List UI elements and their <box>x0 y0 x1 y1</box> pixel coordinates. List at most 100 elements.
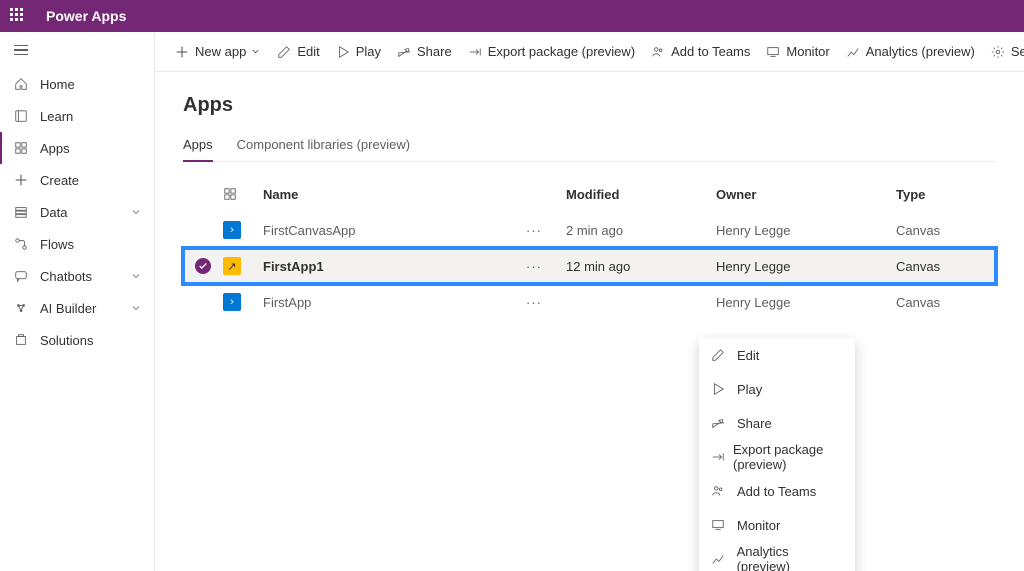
cell-modified: 2 min ago <box>566 223 716 238</box>
app-type-icon: › <box>223 221 241 239</box>
sidebar-item-flows[interactable]: Flows <box>0 228 154 260</box>
chevron-down-icon <box>130 206 142 218</box>
learn-icon <box>12 109 30 123</box>
chevron-down-icon <box>130 270 142 282</box>
hamburger-icon <box>14 45 28 56</box>
plus-icon <box>12 173 30 187</box>
cmd-label: Settings <box>1011 44 1024 59</box>
ctx-label: Share <box>737 416 772 431</box>
sidebar: Home Learn Apps Create Data Flows <box>0 32 155 571</box>
monitor-icon <box>766 45 780 59</box>
chevron-down-icon <box>130 302 142 314</box>
teams-icon <box>651 45 665 59</box>
cmd-monitor[interactable]: Monitor <box>758 32 837 72</box>
sidebar-item-apps[interactable]: Apps <box>0 132 154 164</box>
solutions-icon <box>12 333 30 347</box>
ctx-label: Analytics (preview) <box>737 544 843 571</box>
tab-apps[interactable]: Apps <box>183 137 213 162</box>
settings-icon <box>991 45 1005 59</box>
cmd-new[interactable]: New app <box>167 32 269 72</box>
sidebar-item-label: Data <box>40 205 130 220</box>
home-icon <box>12 77 30 91</box>
cmd-add[interactable]: Add to Teams <box>643 32 758 72</box>
table-header-row: Name Modified Owner Type <box>183 176 996 212</box>
cmd-label: Add to Teams <box>671 44 750 59</box>
product-name: Power Apps <box>46 8 126 24</box>
analytics-icon <box>711 552 729 566</box>
command-bar: New app Edit Play Share Export package (… <box>155 32 1024 72</box>
chevron-down-icon <box>250 46 261 57</box>
cmd-share[interactable]: Share <box>389 32 460 72</box>
waffle-launcher-icon[interactable] <box>10 8 26 24</box>
ctx-analytics[interactable]: Analytics (preview) <box>699 542 855 571</box>
cmd-analytics[interactable]: Analytics (preview) <box>838 32 983 72</box>
sidebar-item-home[interactable]: Home <box>0 68 154 100</box>
row-more-actions-button[interactable]: ··· <box>526 223 566 238</box>
sidebar-item-label: Chatbots <box>40 269 130 284</box>
app-type-icon: › <box>223 293 241 311</box>
col-owner[interactable]: Owner <box>716 187 896 202</box>
page-title: Apps <box>183 94 996 117</box>
cmd-label: Monitor <box>786 44 829 59</box>
cell-owner: Henry Legge <box>716 295 896 310</box>
cmd-play[interactable]: Play <box>328 32 389 72</box>
table-row[interactable]: ↗ FirstApp1 ··· 12 min ago Henry Legge C… <box>183 248 996 284</box>
cmd-export[interactable]: Export package (preview) <box>460 32 643 72</box>
ctx-add[interactable]: Add to Teams <box>699 474 855 508</box>
sidebar-item-create[interactable]: Create <box>0 164 154 196</box>
row-more-actions-button[interactable]: ··· <box>526 259 566 274</box>
play-icon <box>336 45 350 59</box>
cell-type: Canvas <box>896 259 996 274</box>
table-row[interactable]: › FirstCanvasApp ··· 2 min ago Henry Leg… <box>183 212 996 248</box>
sidebar-item-solutions[interactable]: Solutions <box>0 324 154 356</box>
plus-icon <box>175 45 189 59</box>
ctx-export[interactable]: Export package (preview) <box>699 440 855 474</box>
row-more-actions-button[interactable]: ··· <box>526 295 566 310</box>
edit-icon <box>711 348 729 362</box>
ctx-label: Play <box>737 382 762 397</box>
cell-name: FirstApp <box>263 295 526 310</box>
cmd-label: Analytics (preview) <box>866 44 975 59</box>
cell-owner: Henry Legge <box>716 259 896 274</box>
data-icon <box>12 205 30 219</box>
cell-modified: 12 min ago <box>566 259 716 274</box>
col-modified[interactable]: Modified <box>566 187 716 202</box>
sidebar-item-label: AI Builder <box>40 301 130 316</box>
flows-icon <box>12 237 30 251</box>
sidebar-item-label: Solutions <box>40 333 142 348</box>
sidebar-item-label: Learn <box>40 109 142 124</box>
ctx-monitor[interactable]: Monitor <box>699 508 855 542</box>
cmd-label: Export package (preview) <box>488 44 635 59</box>
edit-icon <box>277 45 291 59</box>
top-bar: Power Apps <box>0 0 1024 32</box>
sidebar-item-learn[interactable]: Learn <box>0 100 154 132</box>
sidebar-item-data[interactable]: Data <box>0 196 154 228</box>
sidebar-item-label: Create <box>40 173 142 188</box>
sidebar-item-ai builder[interactable]: AI Builder <box>0 292 154 324</box>
ctx-share[interactable]: Share <box>699 406 855 440</box>
play-icon <box>711 382 729 396</box>
chatbots-icon <box>12 269 30 283</box>
col-name[interactable]: Name <box>263 187 526 202</box>
ctx-edit[interactable]: Edit <box>699 338 855 372</box>
context-menu: Edit Play Share Export package (preview)… <box>699 338 855 571</box>
ctx-label: Monitor <box>737 518 780 533</box>
cmd-label: Share <box>417 44 452 59</box>
cmd-label: New app <box>195 44 246 59</box>
ctx-play[interactable]: Play <box>699 372 855 406</box>
table-row[interactable]: › FirstApp ··· Henry Legge Canvas <box>183 284 996 320</box>
cell-name: FirstApp1 <box>263 259 526 274</box>
sidebar-item-label: Home <box>40 77 142 92</box>
row-select-indicator[interactable] <box>183 258 223 274</box>
nav-collapse-button[interactable] <box>0 32 154 68</box>
ctx-label: Add to Teams <box>737 484 816 499</box>
cmd-edit[interactable]: Edit <box>269 32 327 72</box>
ai-icon <box>12 301 30 315</box>
tab-strip: Apps Component libraries (preview) <box>183 137 996 162</box>
col-type[interactable]: Type <box>896 187 996 202</box>
sidebar-item-chatbots[interactable]: Chatbots <box>0 260 154 292</box>
cmd-settings[interactable]: Settings <box>983 32 1024 72</box>
tab-component[interactable]: Component libraries (preview) <box>237 137 410 161</box>
cmd-label: Play <box>356 44 381 59</box>
apps-icon <box>12 141 30 155</box>
